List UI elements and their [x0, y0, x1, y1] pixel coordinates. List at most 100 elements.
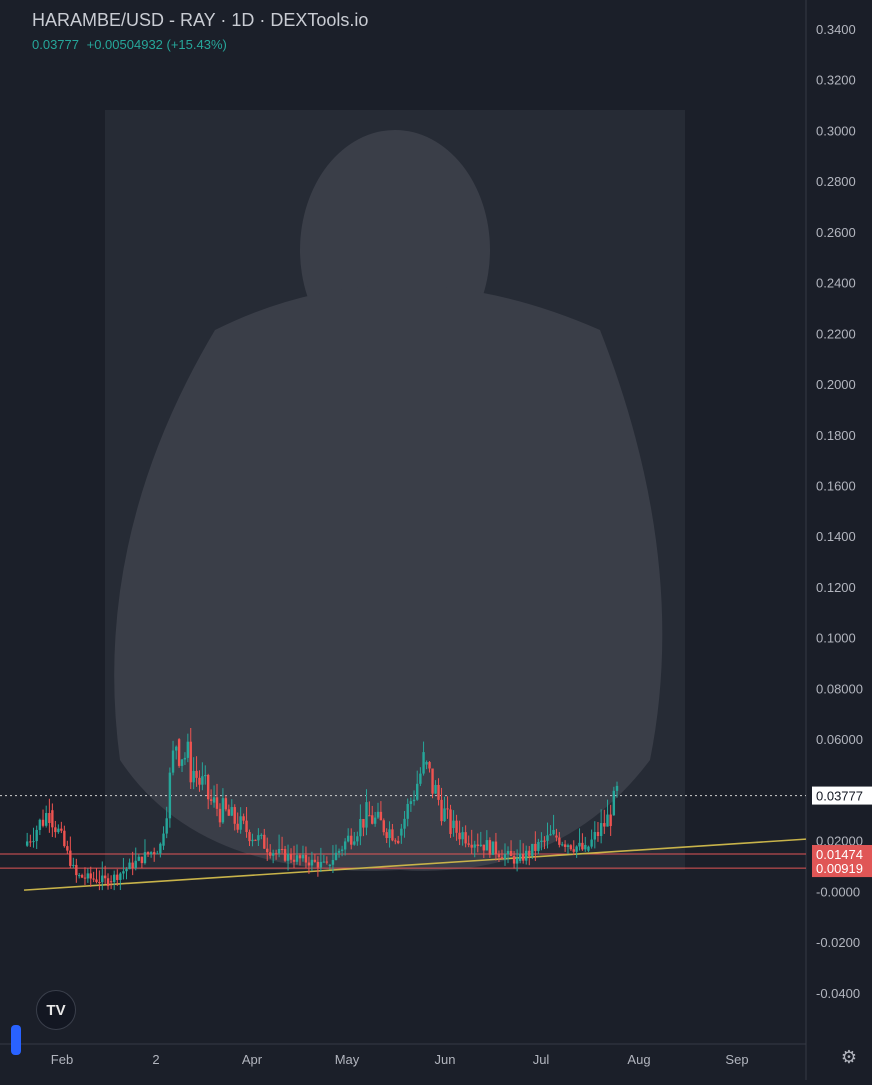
candle-body	[385, 832, 388, 838]
candle-body	[171, 750, 175, 773]
candle-body	[540, 840, 543, 843]
candle-body	[428, 762, 431, 769]
candle-body	[212, 797, 216, 803]
candle-body	[153, 852, 156, 854]
candle-body	[376, 811, 380, 818]
candle-body	[78, 875, 81, 877]
panel-handle[interactable]	[11, 1025, 21, 1055]
candle-body	[146, 852, 150, 855]
candle-body	[382, 820, 385, 833]
candle-body	[134, 860, 137, 869]
candle-body	[63, 830, 66, 847]
candle-body	[461, 832, 464, 840]
candle-body	[470, 844, 473, 848]
candle-body	[488, 840, 492, 855]
candle-body	[350, 835, 353, 845]
candle-body	[394, 840, 397, 842]
candle-body	[227, 809, 231, 816]
candle-body	[92, 878, 95, 880]
candle-body	[371, 815, 374, 824]
candle-body	[464, 832, 467, 844]
candle-body	[391, 829, 394, 841]
candle-body	[192, 770, 195, 783]
candle-body	[38, 819, 42, 830]
candle-body	[537, 842, 540, 852]
y-tick-label: 0.1600	[816, 478, 856, 493]
candle-body	[274, 853, 278, 855]
candle-body	[593, 832, 597, 840]
candle-body	[101, 875, 104, 883]
settings-gear-icon[interactable]: ⚙	[838, 1046, 860, 1068]
candle-body	[546, 835, 549, 841]
candle-body	[248, 832, 251, 842]
candle-body	[57, 828, 60, 833]
candle-body	[54, 827, 57, 833]
candle-body	[106, 878, 110, 887]
price-chart: 0.3400 0.3200 0.3000 0.2800 0.2600 0.2400 0.22…	[0, 0, 872, 1080]
x-tick-label: Feb	[51, 1052, 73, 1067]
candle-body	[437, 784, 440, 800]
candle-body	[41, 819, 45, 826]
candle-body	[473, 844, 476, 848]
candle-body	[239, 816, 242, 830]
candle-body	[131, 862, 134, 869]
candle-body	[328, 864, 332, 867]
price-change-line: 0.03777 +0.00504932 (+15.43%)	[32, 37, 368, 52]
candle-body	[204, 774, 207, 777]
y-tick-label: 0.1200	[816, 580, 856, 595]
candle-body	[446, 808, 449, 810]
candle-body	[331, 859, 335, 865]
candle-body	[245, 820, 248, 833]
candle-body	[337, 850, 341, 853]
candle-body	[292, 859, 296, 862]
candle-body	[458, 832, 461, 840]
tradingview-logo-icon[interactable]: TV	[36, 990, 76, 1030]
candle-body	[298, 855, 302, 859]
candle-body	[180, 759, 184, 766]
candle-body	[479, 844, 482, 846]
candle-body	[596, 832, 600, 837]
candle-body	[257, 835, 260, 841]
last-price: 0.03777	[32, 37, 79, 52]
candle-body	[195, 770, 198, 778]
candle-body	[201, 776, 204, 785]
y-tick-label: 0.06000	[816, 732, 863, 747]
candle-body	[51, 810, 54, 828]
candle-body	[236, 823, 239, 830]
candle-body	[254, 839, 257, 841]
candle-body	[277, 849, 281, 854]
candle-body	[233, 807, 236, 824]
candle-body	[230, 807, 233, 816]
y-tick-label: 0.2200	[816, 326, 856, 341]
candle-body	[403, 818, 406, 829]
y-tick-label: 0.1400	[816, 529, 856, 544]
x-tick-label: Aug	[627, 1052, 650, 1067]
candle-body	[183, 757, 187, 760]
candle-body	[615, 785, 619, 791]
candle-body	[280, 849, 284, 851]
y-tick-label: 0.2800	[816, 174, 856, 189]
candle-body	[388, 829, 391, 838]
candle-body	[75, 864, 78, 876]
candle-body	[310, 859, 314, 866]
price-change: +0.00504932 (+15.43%)	[86, 37, 227, 52]
candle-body	[343, 841, 347, 850]
candle-body	[301, 854, 305, 859]
candle-body	[168, 772, 172, 819]
candle-body	[599, 823, 603, 837]
candle-body	[149, 852, 153, 855]
x-tick-label: Sep	[725, 1052, 748, 1067]
candle-body	[416, 783, 419, 800]
candle-body	[83, 877, 87, 879]
candle-body	[119, 873, 122, 880]
candle-body	[452, 820, 455, 828]
candle-body	[419, 773, 422, 784]
candle-body	[319, 861, 323, 868]
candle-body	[425, 762, 428, 765]
candle-body	[143, 852, 147, 864]
candle-body	[549, 834, 552, 836]
candle-body	[365, 802, 368, 828]
candle-body	[95, 879, 98, 883]
candle-body	[587, 846, 590, 851]
candle-body	[137, 856, 141, 861]
